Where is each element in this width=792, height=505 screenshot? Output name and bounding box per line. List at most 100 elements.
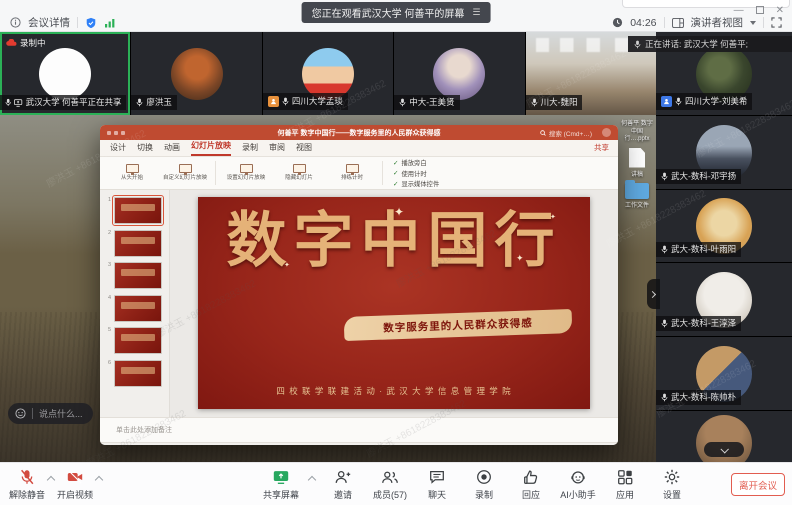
rail-tile[interactable]: 武大-数科-陈帅朴 (656, 337, 792, 410)
video-tile[interactable]: 中大-王美贤 (394, 32, 524, 115)
avatar (433, 48, 485, 100)
participant-name: 川大-魏阳 (541, 98, 578, 107)
video-tile[interactable]: 四川大学孟琰 (263, 32, 393, 115)
participant-name: 武大-数科-陈帅朴 (671, 393, 736, 402)
reactions-button[interactable]: 回应 (512, 468, 550, 501)
network-signal-icon[interactable] (104, 17, 116, 28)
quick-chat-input[interactable]: 说点什么... (39, 407, 83, 420)
participant-name: 武大-数科-叶雨阳 (671, 245, 736, 254)
desktop-doc-label: 讲稿 (631, 172, 643, 180)
rail-tile[interactable]: 武大-数科-王淳泽 (656, 263, 792, 336)
ribbon-button: 排练计时 (329, 164, 375, 181)
apps-label: 应用 (616, 488, 634, 501)
participant-label: 四川大学-刘美希 (656, 93, 752, 110)
minimize-button[interactable]: — (734, 5, 744, 16)
members-button[interactable]: 成员(57) (371, 468, 409, 501)
close-button[interactable]: ✕ (776, 5, 784, 16)
slide-thumbnail-panel: 1 2 3 4 5 6 (100, 190, 170, 417)
apps-button[interactable]: 应用 (606, 468, 644, 501)
thumb-number: 1 (105, 197, 111, 203)
checkbox-show-media-controls: 显示媒体控件 (393, 179, 439, 188)
ribbon-button: 隐藏幻灯片 (276, 164, 322, 181)
rail-tile[interactable]: 武大-数科-叶雨阳 (656, 190, 792, 262)
rail-tile[interactable]: 武大-数科-邓宇扬 (656, 116, 792, 189)
participant-name: 廖洪玉 (146, 98, 172, 107)
rail-collapse-button[interactable] (647, 279, 660, 309)
participant-label: 武大-数科-邓宇扬 (656, 169, 741, 184)
quick-chat-pill[interactable]: 说点什么... (8, 403, 93, 424)
mic-icon (136, 98, 143, 107)
video-tile-sharer[interactable]: 录制中 武汉大学 何善平正在共享 (0, 32, 130, 115)
participant-name: 四川大学-刘美希 (685, 97, 747, 106)
slide-subtitle: 数字服务里的人民群众获得感 (344, 309, 573, 341)
record-label: 录制 (475, 488, 493, 501)
record-button[interactable]: 录制 (465, 468, 503, 501)
mic-icon (661, 245, 668, 254)
participant-label: 武大-数科-王淳泽 (656, 316, 741, 331)
chat-bubble-icon (428, 468, 446, 486)
scroll-more-button[interactable] (704, 442, 744, 457)
view-mode-selector[interactable]: 演讲者视图 (691, 15, 744, 30)
ppt-search: 搜索 (Cmd+…) (540, 128, 592, 138)
ppt-share-button: 共享 (594, 142, 609, 153)
slide-thumbnail (114, 295, 162, 322)
rail-tile-partial[interactable] (656, 411, 792, 462)
shared-screen-stage[interactable]: 何善平 数字中国行….pptx 讲稿 工作文件 何善平 数字中国行——数字服务里… (0, 115, 656, 462)
security-shield-icon[interactable] (85, 17, 97, 29)
chevron-right-icon (649, 290, 656, 297)
video-strip: 录制中 武汉大学 何善平正在共享 廖洪玉 四川大学孟琰 (0, 32, 656, 115)
mic-icon (5, 98, 11, 107)
mic-icon (634, 40, 641, 49)
chat-button[interactable]: 聊天 (418, 468, 456, 501)
share-screen-button[interactable]: 共享屏幕 (262, 468, 300, 501)
recording-label: 录制中 (20, 37, 46, 49)
invite-button[interactable]: 邀请 (324, 468, 362, 501)
divider (215, 161, 216, 185)
unmute-label: 解除静音 (9, 488, 45, 501)
unmute-button[interactable]: 解除静音 (8, 468, 46, 501)
avatar (302, 48, 354, 100)
settings-button[interactable]: 设置 (653, 468, 691, 501)
viewing-banner[interactable]: 您正在观看武汉大学 何善平的屏幕 ☰ (302, 2, 491, 23)
participant-name: 中大-王美贤 (409, 98, 454, 107)
mic-options-chevron[interactable] (47, 476, 55, 484)
slide-thumbnail (114, 230, 162, 257)
tab-design: 设计 (110, 142, 126, 156)
video-tile[interactable]: 廖洪玉 (131, 32, 261, 115)
hamburger-icon[interactable]: ☰ (472, 7, 480, 18)
tab-animations: 动画 (164, 142, 180, 156)
topbar-right-row: 04:26 演讲者视图 (612, 15, 782, 30)
mic-icon (399, 98, 406, 107)
chevron-down-icon[interactable] (750, 21, 756, 25)
emoji-smiley-icon[interactable] (15, 408, 26, 419)
window-titlebar: 您正在观看武汉大学 何善平的屏幕 ☰ — ✕ 会议详情 04:26 演讲者视图 (0, 0, 792, 32)
participant-label: 武大-数科-叶雨阳 (656, 242, 741, 257)
sparkle-icon: ✦ (394, 205, 404, 219)
meeting-duration: 04:26 (630, 17, 656, 29)
reactions-label: 回应 (522, 488, 540, 501)
members-icon (381, 468, 399, 486)
meeting-details-button[interactable]: 会议详情 (28, 15, 70, 30)
folder-icon (625, 183, 649, 199)
ai-assistant-label: AI小助手 (560, 488, 596, 501)
fullscreen-icon[interactable] (771, 17, 782, 28)
mic-icon (661, 393, 668, 402)
invite-label: 邀请 (334, 488, 352, 501)
leave-meeting-button[interactable]: 离开会议 (731, 473, 785, 496)
ppt-ribbon-tabs: 设计 切换 动画 幻灯片放映 录制 审阅 视图 共享 (100, 140, 618, 157)
host-badge-icon (268, 96, 279, 107)
participant-label: 廖洪玉 (131, 95, 177, 110)
slide-footer: 四 校 联 学 联 建 活 动 · 武 汉 大 学 信 息 管 理 学 院 (198, 385, 590, 397)
chevron-down-icon (720, 445, 728, 453)
ai-assistant-button[interactable]: AI小助手 (559, 468, 597, 501)
divider (382, 161, 383, 185)
toolbar-middle: 共享屏幕 邀请 成员(57) 聊天 录制 回应 (262, 468, 691, 501)
sparkle-icon: ✦ (516, 253, 524, 264)
share-options-chevron[interactable] (308, 476, 316, 484)
start-video-button[interactable]: 开启视频 (56, 468, 94, 501)
camera-off-icon (66, 468, 84, 486)
participant-label: 四川大学孟琰 (263, 93, 348, 110)
video-options-chevron[interactable] (95, 476, 103, 484)
document-file-icon (629, 148, 645, 168)
restore-button[interactable] (756, 6, 764, 14)
